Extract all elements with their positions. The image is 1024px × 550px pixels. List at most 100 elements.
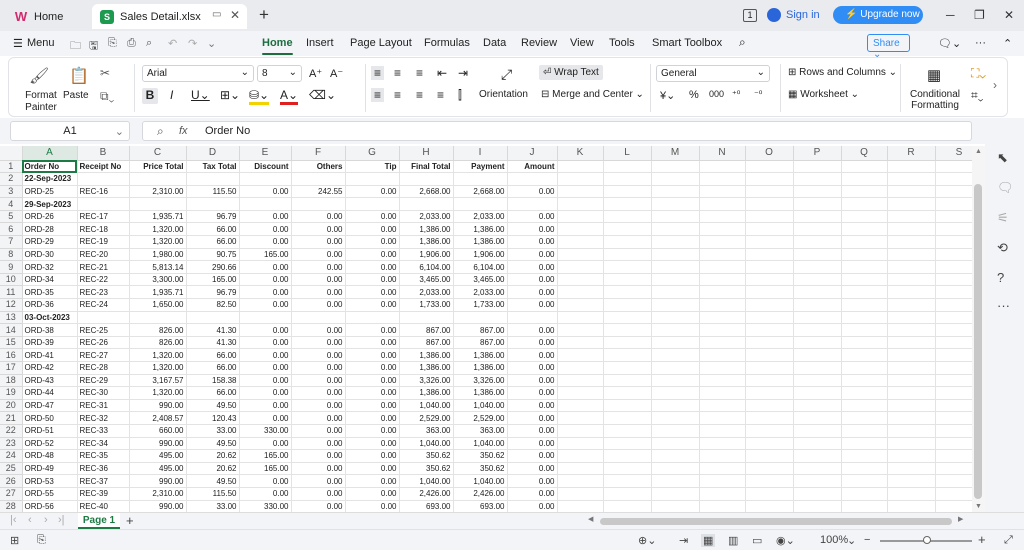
menu-button[interactable]: Menu bbox=[27, 37, 55, 49]
cell[interactable]: 1,935.71 bbox=[129, 285, 187, 300]
cell[interactable] bbox=[557, 248, 604, 262]
cell[interactable] bbox=[699, 273, 746, 287]
cell[interactable] bbox=[603, 298, 652, 312]
cell[interactable] bbox=[793, 185, 842, 199]
avatar-icon[interactable] bbox=[767, 8, 781, 22]
cell[interactable]: 41.30 bbox=[186, 336, 240, 350]
cell[interactable] bbox=[557, 185, 604, 199]
cell[interactable]: 0.00 bbox=[345, 449, 400, 463]
cell[interactable] bbox=[557, 411, 604, 425]
cell[interactable]: 1,386.00 bbox=[399, 361, 454, 375]
cell[interactable] bbox=[745, 311, 794, 325]
column-header-f[interactable]: F bbox=[291, 146, 346, 161]
cell[interactable] bbox=[699, 248, 746, 262]
status-left-icon[interactable]: ⊞ bbox=[10, 534, 19, 547]
cell[interactable]: 0.00 bbox=[507, 185, 558, 199]
cell[interactable]: ORD-49 bbox=[22, 462, 78, 476]
normal-view-icon[interactable]: ▦ bbox=[701, 534, 716, 547]
cell[interactable]: 0.00 bbox=[291, 474, 346, 488]
cell[interactable]: 290.66 bbox=[186, 260, 240, 274]
cell[interactable]: ORD-26 bbox=[22, 210, 78, 224]
cell[interactable]: ORD-56 bbox=[22, 500, 78, 512]
cell[interactable] bbox=[291, 197, 346, 211]
indent-decrease-icon[interactable]: ⇤ bbox=[437, 66, 447, 80]
cell[interactable] bbox=[793, 323, 842, 337]
cell[interactable]: 0.00 bbox=[345, 348, 400, 362]
cell[interactable]: 0.00 bbox=[345, 336, 400, 350]
cell[interactable] bbox=[793, 462, 842, 476]
row-header[interactable]: 10 bbox=[0, 273, 23, 287]
cell[interactable] bbox=[557, 437, 604, 451]
row-header[interactable]: 27 bbox=[0, 487, 23, 501]
more-options-icon[interactable]: ··· bbox=[997, 298, 1010, 313]
column-header-m[interactable]: M bbox=[651, 146, 700, 161]
cell[interactable]: REC-39 bbox=[77, 487, 130, 501]
cell[interactable]: 2,426.00 bbox=[399, 487, 454, 501]
cell[interactable] bbox=[651, 323, 700, 337]
cell[interactable]: REC-24 bbox=[77, 298, 130, 312]
print-preview-icon[interactable]: ⌕ bbox=[146, 37, 152, 50]
cell[interactable] bbox=[129, 197, 187, 211]
cell[interactable] bbox=[699, 336, 746, 350]
cell[interactable]: ORD-35 bbox=[22, 285, 78, 300]
cell[interactable] bbox=[887, 449, 936, 463]
cell[interactable] bbox=[887, 185, 936, 199]
cell[interactable] bbox=[699, 487, 746, 501]
cell[interactable]: 165.00 bbox=[186, 273, 240, 287]
cell[interactable] bbox=[651, 235, 700, 249]
cell[interactable] bbox=[651, 424, 700, 438]
cell[interactable]: 0.00 bbox=[507, 222, 558, 237]
cell[interactable]: 2,408.57 bbox=[129, 411, 187, 425]
cell[interactable] bbox=[887, 160, 936, 174]
cell[interactable] bbox=[935, 424, 972, 438]
cell[interactable] bbox=[651, 399, 700, 413]
borders-icon[interactable]: ⊞⌄ bbox=[220, 88, 240, 102]
cell[interactable] bbox=[745, 285, 794, 300]
cell[interactable] bbox=[603, 210, 652, 224]
cell[interactable] bbox=[935, 361, 972, 375]
cell[interactable] bbox=[935, 235, 972, 249]
cell-style-icon[interactable]: ⛶⌄ bbox=[971, 66, 986, 81]
cell[interactable] bbox=[651, 273, 700, 287]
cell[interactable] bbox=[699, 399, 746, 413]
cell[interactable]: 5,813.14 bbox=[129, 260, 187, 274]
cell[interactable]: 1,733.00 bbox=[453, 298, 508, 312]
cell[interactable]: 363.00 bbox=[399, 424, 454, 438]
cell[interactable]: 0.00 bbox=[345, 462, 400, 476]
cell[interactable] bbox=[603, 424, 652, 438]
cell[interactable] bbox=[887, 172, 936, 186]
cell[interactable]: REC-21 bbox=[77, 260, 130, 274]
cell[interactable] bbox=[186, 172, 240, 186]
cell[interactable]: 0.00 bbox=[345, 474, 400, 488]
cell[interactable] bbox=[557, 311, 604, 325]
cell[interactable]: 3,300.00 bbox=[129, 273, 187, 287]
hamburger-icon[interactable]: ☰ bbox=[13, 37, 23, 50]
cell[interactable] bbox=[557, 260, 604, 274]
cell[interactable]: 0.00 bbox=[239, 298, 292, 312]
cell[interactable] bbox=[793, 500, 842, 512]
cell[interactable]: 826.00 bbox=[129, 336, 187, 350]
cell[interactable]: 0.00 bbox=[345, 487, 400, 501]
cell[interactable] bbox=[935, 399, 972, 413]
cell[interactable] bbox=[935, 311, 972, 325]
fullscreen-icon[interactable]: ⤢ bbox=[1004, 534, 1013, 547]
cell[interactable]: 0.00 bbox=[345, 298, 400, 312]
cell[interactable] bbox=[887, 361, 936, 375]
cell[interactable] bbox=[841, 273, 888, 287]
cell[interactable] bbox=[699, 197, 746, 211]
cell[interactable] bbox=[841, 386, 888, 400]
cell[interactable]: 0.00 bbox=[239, 487, 292, 501]
cell[interactable] bbox=[557, 487, 604, 501]
cell[interactable]: REC-23 bbox=[77, 285, 130, 300]
cell[interactable] bbox=[603, 235, 652, 249]
cell[interactable] bbox=[793, 172, 842, 186]
cell[interactable]: 115.50 bbox=[186, 185, 240, 199]
cell[interactable]: REC-33 bbox=[77, 424, 130, 438]
cell[interactable]: 66.00 bbox=[186, 361, 240, 375]
cell[interactable]: 1,320.00 bbox=[129, 348, 187, 362]
cell[interactable]: REC-16 bbox=[77, 185, 130, 199]
cell[interactable] bbox=[745, 185, 794, 199]
cell[interactable] bbox=[557, 361, 604, 375]
cell[interactable] bbox=[651, 197, 700, 211]
reading-view-icon[interactable]: ◉⌄ bbox=[776, 534, 795, 547]
